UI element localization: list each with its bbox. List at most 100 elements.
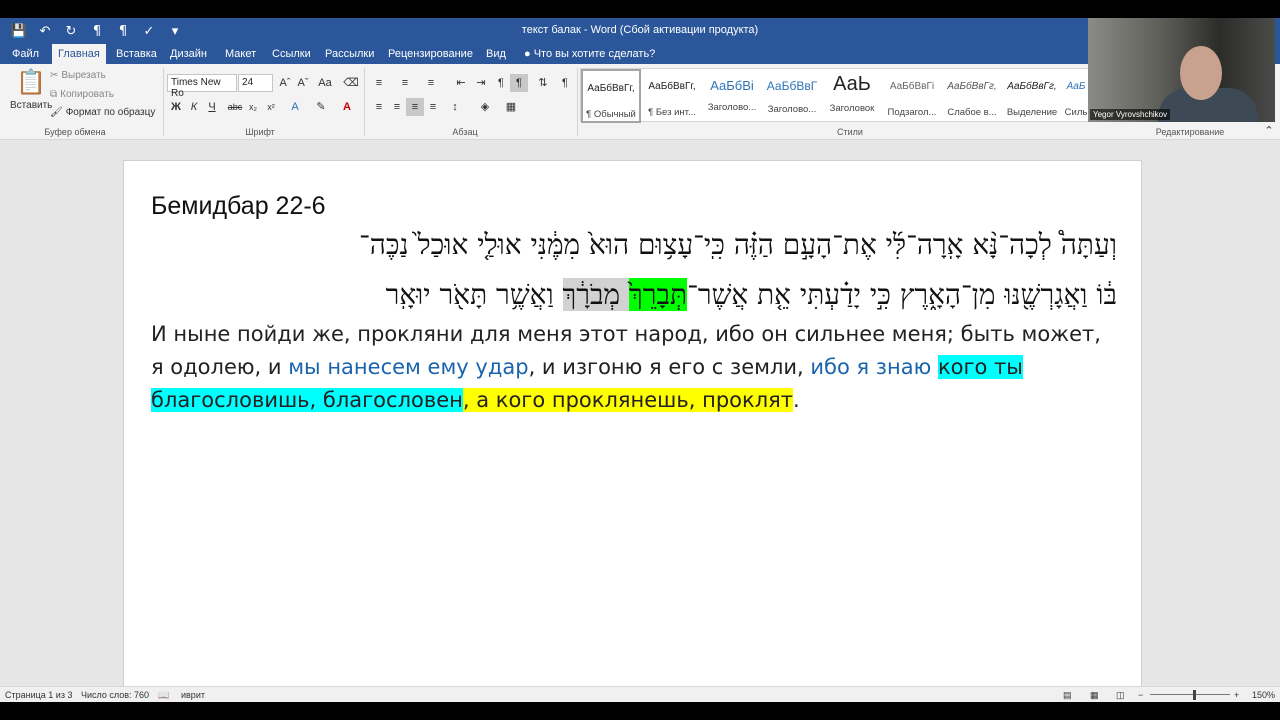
hebrew-line-2: בּ֔וֹ וַאֲגָרְשֶׁ֖נּוּ מִן־הָאָ֑רֶץ כִּ֣… <box>151 278 1117 312</box>
hebrew-line-1: וְעַתָּה֩ לְכָה־נָּ֨א אָֽרָה־לִּ֜י אֶת־ה… <box>359 228 1117 261</box>
zoom-in-icon[interactable]: + <box>1234 690 1239 700</box>
strikethrough-icon[interactable]: abc <box>226 98 244 116</box>
style-title[interactable]: АаЬ Заголовок <box>822 69 882 123</box>
hebrew-text-end: וַאֲשֶׁ֥ר תָּאֹ֖ר יוּאָֽר <box>385 278 563 311</box>
zoom-slider-thumb[interactable] <box>1193 690 1196 700</box>
tab-mailings[interactable]: Рассылки <box>319 44 380 64</box>
word-count[interactable]: Число слов: 760 <box>81 690 149 700</box>
proofing-icon[interactable]: 📖 <box>158 690 169 701</box>
tell-me-label: Что вы хотите сделать? <box>533 48 656 60</box>
shading-icon[interactable]: ◈ <box>476 98 494 116</box>
ru-text: , и изгоню я его с земли, <box>528 355 811 379</box>
brush-icon: 🖌 <box>50 107 63 118</box>
editing-group-label: Редактирование <box>1155 127 1225 137</box>
tab-insert[interactable]: Вставка <box>110 44 163 64</box>
bold-button[interactable]: Ж <box>167 98 185 116</box>
zoom-level[interactable]: 150% <box>1252 690 1275 700</box>
sort-icon[interactable]: ⇅ <box>534 74 552 92</box>
clear-format-icon[interactable]: ⌫ <box>342 74 360 92</box>
superscript-icon[interactable]: x² <box>262 98 280 116</box>
document-heading: Бемидбар 22-6 <box>151 192 326 220</box>
cut-button[interactable]: ✂ Вырезать <box>50 70 106 81</box>
highlight-icon[interactable]: ✎ <box>312 98 330 116</box>
ru-text-end: . <box>792 388 800 412</box>
tab-design[interactable]: Дизайн <box>164 44 213 64</box>
ru-blue-text: ибо я знаю <box>810 355 938 379</box>
hebrew-text: בּ֔וֹ וַאֲגָרְשֶׁ֖נּוּ מִן־הָאָ֑רֶץ כִּ֣… <box>687 278 1117 311</box>
font-size-select[interactable]: 24 <box>238 74 273 92</box>
read-mode-icon[interactable]: ▤ <box>1063 690 1072 701</box>
scissors-icon: ✂ <box>50 70 59 81</box>
text-effects-icon[interactable]: A <box>286 98 304 116</box>
borders-icon[interactable]: ▦ <box>502 98 520 116</box>
tab-references[interactable]: Ссылки <box>266 44 317 64</box>
format-painter-button[interactable]: 🖌 Формат по образцу <box>50 107 155 118</box>
ltr-paragraph-icon[interactable]: ¶ <box>492 74 510 92</box>
rtl-paragraph-icon[interactable]: ¶ <box>510 74 528 92</box>
page-count[interactable]: Страница 1 из 3 <box>5 690 72 700</box>
shrink-font-icon[interactable]: Aˇ <box>294 74 312 92</box>
justify-icon[interactable]: ≡ <box>424 98 442 116</box>
zoom-slider[interactable] <box>1150 694 1230 695</box>
align-right-icon[interactable]: ≡ <box>406 98 424 116</box>
align-center-icon[interactable]: ≡ <box>388 98 406 116</box>
copy-icon: ⧉ <box>50 89 58 100</box>
print-layout-icon[interactable]: ▦ <box>1090 690 1099 701</box>
decrease-indent-icon[interactable]: ⇤ <box>452 74 470 92</box>
ru-blue-text: мы нанесем ему удар <box>288 355 529 379</box>
hebrew-highlight-gray: מְבֹרָ֔ךְ <box>562 278 630 311</box>
status-bar: Страница 1 из 3 Число слов: 760 📖 иврит … <box>0 686 1280 702</box>
web-layout-icon[interactable]: ◫ <box>1116 690 1125 701</box>
tab-view[interactable]: Вид <box>480 44 512 64</box>
style-name: Заголовок <box>829 103 875 114</box>
style-name: Силь <box>1064 107 1088 118</box>
tab-layout[interactable]: Макет <box>219 44 262 64</box>
divider <box>163 68 164 136</box>
style-heading-2[interactable]: АаБбВвГ Заголово... <box>762 69 822 123</box>
copy-button[interactable]: ⧉ Копировать <box>50 89 114 100</box>
show-marks-icon[interactable]: ¶ <box>556 74 574 92</box>
font-name-select[interactable]: Times New Ro <box>167 74 237 99</box>
collapse-ribbon-icon[interactable]: ⌃ <box>1260 122 1278 140</box>
style-no-spacing[interactable]: АаБбВвГг, ¶ Без инт... <box>642 69 702 123</box>
style-preview: АаБбВвГг, <box>587 83 635 94</box>
bottom-black-bar <box>0 702 1280 720</box>
bullets-icon[interactable]: ≡ <box>370 74 388 92</box>
align-left-icon[interactable]: ≡ <box>370 98 388 116</box>
line-spacing-icon[interactable]: ↕ <box>446 98 464 116</box>
russian-translation: И ныне пойди же, прокляни для меня этот … <box>151 318 1111 417</box>
top-black-bar <box>0 0 1280 18</box>
underline-button[interactable]: Ч <box>203 98 221 116</box>
copy-label: Копировать <box>60 89 114 100</box>
style-heading-1[interactable]: АаБбВі Заголово... <box>702 69 762 123</box>
style-preview: АаБбВвГг, <box>1007 81 1057 92</box>
language-indicator[interactable]: иврит <box>181 690 205 700</box>
grow-font-icon[interactable]: Aˆ <box>276 74 294 92</box>
style-preview: АаБбВвГг, <box>947 81 997 92</box>
style-subtitle[interactable]: АаБбВвГі Подзагол... <box>882 69 942 123</box>
style-emphasis[interactable]: АаБбВвГг, Выделение <box>1002 69 1062 123</box>
paste-button[interactable]: 📋 Вставить <box>10 68 52 111</box>
hebrew-highlight-green: תְּבָרֵךְ֙ <box>629 278 688 311</box>
change-case-icon[interactable]: Aa <box>316 74 334 92</box>
increase-indent-icon[interactable]: ⇥ <box>472 74 490 92</box>
zoom-out-icon[interactable]: − <box>1138 690 1143 700</box>
tab-review[interactable]: Рецензирование <box>382 44 479 64</box>
italic-button[interactable]: К <box>185 98 203 116</box>
subscript-icon[interactable]: x₂ <box>244 98 262 116</box>
style-preview: АаБбВвГг, <box>648 81 696 92</box>
styles-group-label: Стили <box>837 127 863 137</box>
style-subtle-emphasis[interactable]: АаБбВвГг, Слабое в... <box>942 69 1002 123</box>
style-name: ¶ Без инт... <box>648 107 696 118</box>
tab-home[interactable]: Главная <box>52 44 106 64</box>
style-preview: АаЬ <box>833 73 871 95</box>
tell-me-box[interactable]: ● Что вы хотите сделать? <box>518 44 661 64</box>
style-normal[interactable]: АаБбВвГг, ¶ Обычный <box>581 69 641 123</box>
multilevel-list-icon[interactable]: ≡ <box>422 74 440 92</box>
cut-label: Вырезать <box>61 70 106 81</box>
numbering-icon[interactable]: ≡ <box>396 74 414 92</box>
font-color-icon[interactable]: A <box>338 98 356 116</box>
paste-label: Вставить <box>10 100 53 111</box>
style-intense-emphasis[interactable]: АаБ Силь <box>1062 69 1090 123</box>
tab-file[interactable]: Файл <box>6 44 45 64</box>
